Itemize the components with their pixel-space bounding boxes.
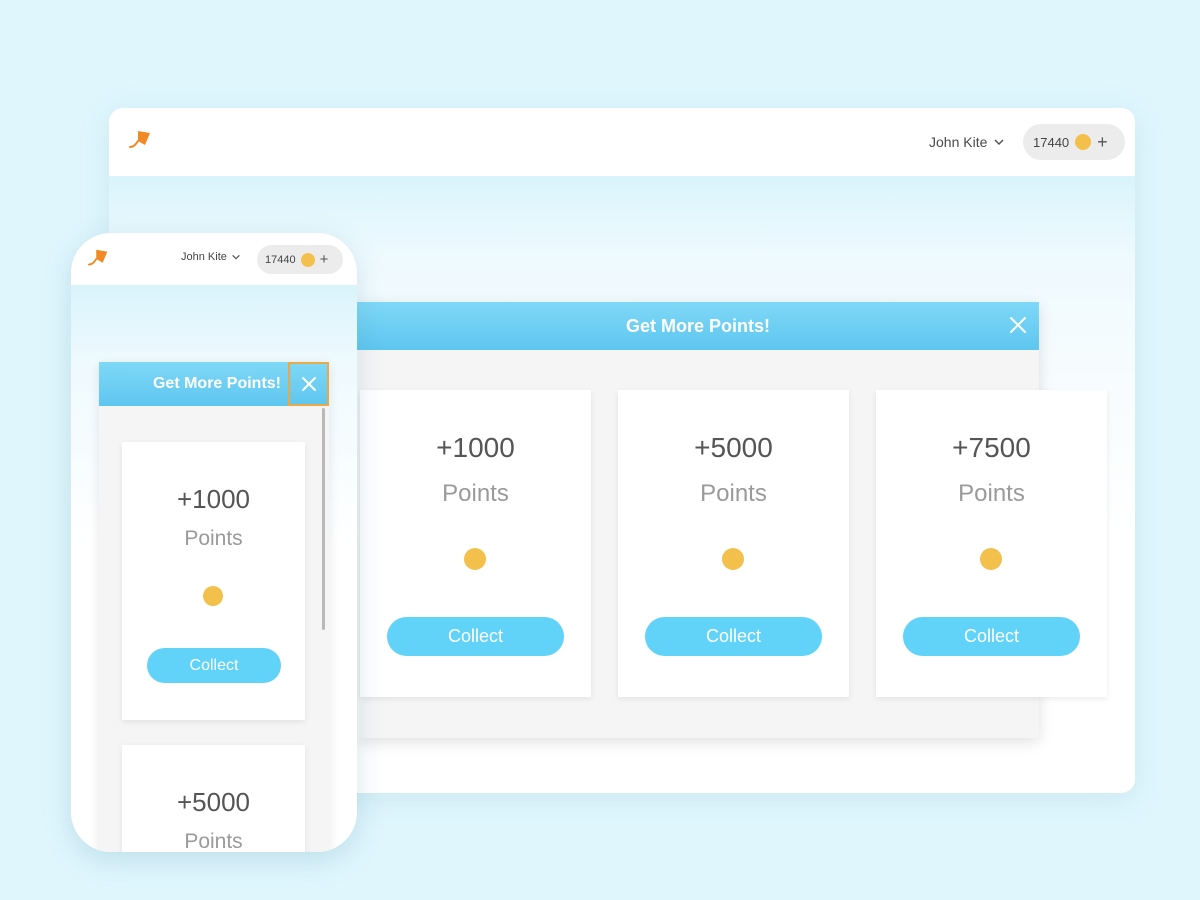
points-balance[interactable]: 17440 + xyxy=(1023,124,1125,160)
plus-icon[interactable]: + xyxy=(1097,133,1108,151)
card-amount: +7500 xyxy=(952,432,1031,463)
collect-button[interactable]: Collect xyxy=(147,648,281,683)
points-card-5000: +5000 Points Collect xyxy=(618,390,849,697)
modal-title: Get More Points! xyxy=(625,316,770,336)
points-card-5000: +5000 Points xyxy=(122,745,305,852)
get-points-modal: Get More Points! +1000 Points Collect +5… xyxy=(357,302,1107,738)
points-value: 17440 xyxy=(1033,134,1070,150)
card-unit: Points xyxy=(184,830,243,852)
coin-icon xyxy=(980,548,1002,570)
close-icon[interactable] xyxy=(1007,314,1029,336)
card-amount: +5000 xyxy=(694,432,773,463)
collect-button[interactable]: Collect xyxy=(903,617,1080,656)
user-menu[interactable]: John Kite xyxy=(181,251,241,263)
coin-icon xyxy=(464,548,486,570)
card-amount: +1000 xyxy=(176,484,251,514)
chevron-down-icon xyxy=(994,139,1004,146)
card-unit: Points xyxy=(184,527,243,550)
points-balance[interactable]: 17440 + xyxy=(257,245,343,274)
close-button[interactable] xyxy=(288,362,329,406)
user-name: John Kite xyxy=(181,251,227,263)
desktop-header: John Kite 17440 + xyxy=(109,108,1135,176)
card-unit: Points xyxy=(442,480,509,507)
points-card-1000: +1000 Points Collect xyxy=(360,390,591,697)
points-card-7500: +7500 Points Collect xyxy=(876,390,1107,697)
coin-icon xyxy=(300,252,315,267)
points-value: 17440 xyxy=(265,253,296,266)
modal-header: Get More Points! xyxy=(357,302,1039,350)
card-amount: +1000 xyxy=(436,432,515,463)
get-points-modal: Get More Points! +1000 Points Collect +5… xyxy=(99,362,329,852)
user-menu[interactable]: John Kite xyxy=(929,132,1005,152)
collect-button[interactable]: Collect xyxy=(387,617,564,656)
user-name: John Kite xyxy=(929,134,988,150)
card-unit: Points xyxy=(700,480,767,507)
chevron-down-icon xyxy=(232,254,240,260)
close-icon xyxy=(302,377,316,391)
phone-content: Get More Points! +1000 Points Collect +5… xyxy=(71,285,357,852)
points-card-1000: +1000 Points Collect xyxy=(122,442,305,720)
coin-icon xyxy=(722,548,744,570)
modal-title: Get More Points! xyxy=(152,375,281,392)
modal-header: Get More Points! xyxy=(99,362,329,406)
coin-icon xyxy=(203,586,223,606)
scrollbar[interactable] xyxy=(322,408,325,630)
card-unit: Points xyxy=(958,480,1025,507)
kite-logo-icon[interactable] xyxy=(87,247,111,271)
phone-frame: John Kite 17440 + Get More Points! +1000… xyxy=(71,233,357,852)
card-amount: +5000 xyxy=(176,787,251,817)
kite-logo-icon[interactable] xyxy=(128,128,154,154)
collect-button[interactable]: Collect xyxy=(645,617,822,656)
phone-header: John Kite 17440 + xyxy=(71,233,357,285)
plus-icon[interactable]: + xyxy=(320,252,329,267)
coin-icon xyxy=(1075,134,1092,150)
